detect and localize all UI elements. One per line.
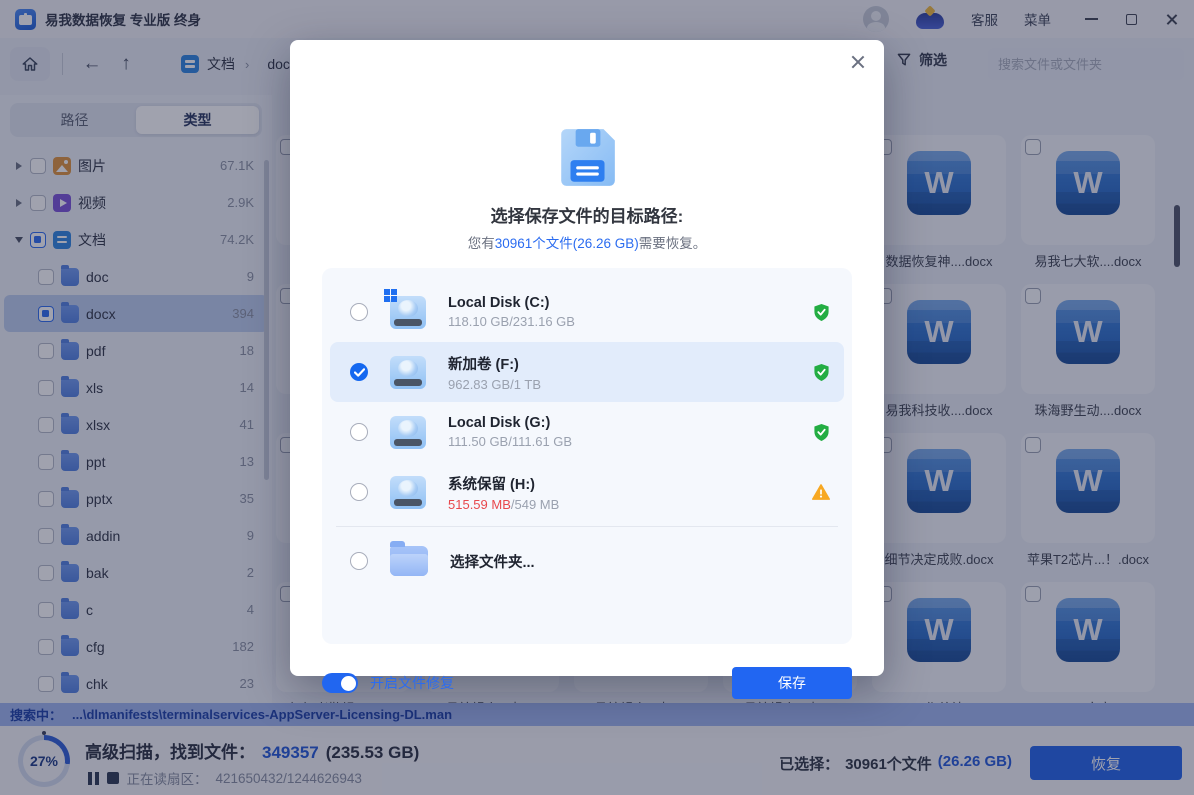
drive-name: Local Disk (G:) bbox=[448, 415, 572, 431]
save-path-dialog: 选择保存文件的目标路径: 您有30961个文件(26.26 GB)需要恢复。 L… bbox=[290, 40, 884, 676]
drive-name: 新加卷 (F:) bbox=[448, 353, 541, 374]
hard-drive-icon bbox=[390, 356, 426, 389]
check-icon bbox=[354, 368, 365, 377]
floppy-disk-icon bbox=[554, 124, 620, 190]
radio-button[interactable] bbox=[350, 483, 368, 501]
drive-size: 118.10 GB/231.16 GB bbox=[448, 314, 575, 329]
choose-folder-option[interactable]: 选择文件夹... bbox=[330, 531, 844, 591]
radio-button[interactable] bbox=[350, 363, 368, 381]
drive-option-3[interactable]: 系统保留 (H:) 515.59 MB/549 MB bbox=[330, 462, 844, 522]
windows-logo-icon bbox=[384, 289, 397, 302]
subtitle-prefix: 您有 bbox=[468, 236, 495, 251]
subtitle-suffix: 需要恢复。 bbox=[639, 236, 707, 251]
protected-status-badge bbox=[813, 423, 830, 442]
shield-ok-icon bbox=[813, 363, 830, 382]
drive-size: 515.59 MB/549 MB bbox=[448, 497, 559, 512]
drive-option-0[interactable]: Local Disk (C:) 118.10 GB/231.16 GB bbox=[330, 282, 844, 342]
drive-name: 选择文件夹... bbox=[450, 551, 535, 572]
hard-drive-icon bbox=[390, 416, 426, 449]
drive-name: Local Disk (C:) bbox=[448, 295, 575, 311]
save-button[interactable]: 保存 bbox=[732, 667, 852, 699]
divider bbox=[336, 526, 838, 527]
dialog-close-icon[interactable] bbox=[849, 53, 867, 71]
hard-drive-icon bbox=[390, 476, 426, 509]
shield-ok-icon bbox=[813, 423, 830, 442]
drive-name: 系统保留 (H:) bbox=[448, 473, 559, 494]
dialog-title: 选择保存文件的目标路径: bbox=[290, 202, 884, 227]
drive-option-2[interactable]: Local Disk (G:) 111.50 GB/111.61 GB bbox=[330, 402, 844, 462]
warning-icon bbox=[812, 484, 830, 500]
radio-button[interactable] bbox=[350, 552, 368, 570]
file-repair-toggle[interactable] bbox=[322, 673, 358, 693]
warning-status-badge bbox=[812, 484, 830, 500]
radio-button[interactable] bbox=[350, 303, 368, 321]
target-drive-list: Local Disk (C:) 118.10 GB/231.16 GB 新加卷 (F… bbox=[322, 268, 852, 644]
radio-button[interactable] bbox=[350, 423, 368, 441]
shield-ok-icon bbox=[813, 303, 830, 322]
folder-icon bbox=[390, 546, 428, 576]
hard-drive-icon bbox=[390, 296, 426, 329]
drive-size: 111.50 GB/111.61 GB bbox=[448, 434, 572, 449]
protected-status-badge bbox=[813, 363, 830, 382]
file-repair-label: 开启文件修复 bbox=[370, 673, 454, 693]
subtitle-highlight: 30961个文件(26.26 GB) bbox=[495, 236, 639, 251]
dialog-subtitle: 您有30961个文件(26.26 GB)需要恢复。 bbox=[290, 232, 884, 252]
drive-option-1[interactable]: 新加卷 (F:) 962.83 GB/1 TB bbox=[330, 342, 844, 402]
drive-size: 962.83 GB/1 TB bbox=[448, 377, 541, 392]
protected-status-badge bbox=[813, 303, 830, 322]
